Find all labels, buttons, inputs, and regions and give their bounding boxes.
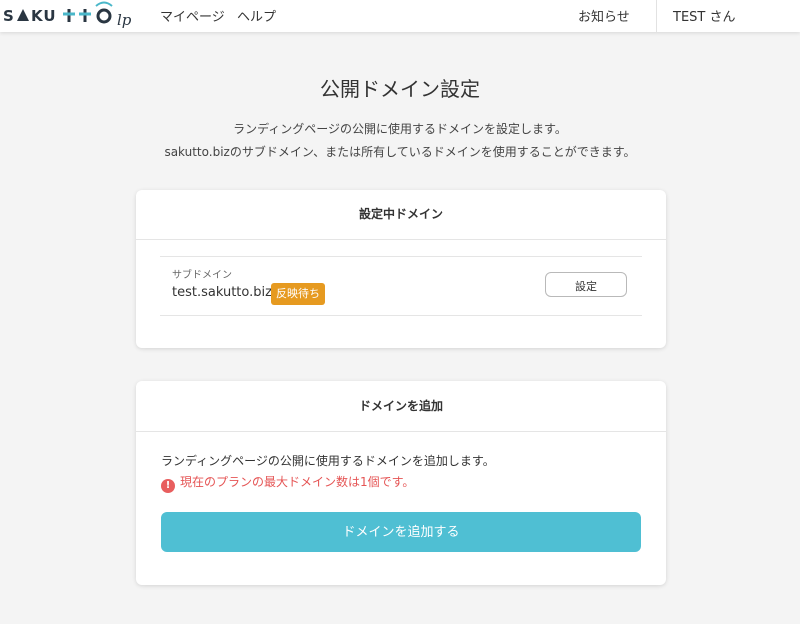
logo-o <box>96 8 112 24</box>
logo-text-ku: KU <box>31 7 57 25</box>
add-domain-card: ドメインを追加 ランディングページの公開に使用するドメインを追加します。 ! 現在… <box>136 381 666 585</box>
add-domain-button[interactable]: ドメインを追加する <box>161 512 641 552</box>
top-header: S KU lp マイページ ヘルプ お知らせ TEST さん <box>0 0 800 32</box>
domain-limit-warning: ! 現在のプランの最大ドメイン数は1個です。 <box>161 473 414 493</box>
logo-text-lp: lp <box>117 11 132 29</box>
current-domain-heading: 設定中ドメイン <box>136 190 666 240</box>
add-domain-heading: ドメインを追加 <box>136 381 666 432</box>
page-description-line-1: ランディングページの公開に使用するドメインを設定します。 <box>233 122 567 136</box>
nav-help[interactable]: ヘルプ <box>237 6 276 25</box>
domain-settings-button[interactable]: 設定 <box>545 272 627 297</box>
nav-notice[interactable]: お知らせ <box>578 6 630 25</box>
add-domain-description: ランディングページの公開に使用するドメインを追加します。 <box>161 454 495 468</box>
domain-row: サブドメイン test.sakutto.biz 反映待ち 設定 <box>160 256 642 316</box>
page-description-line-2: sakutto.bizのサブドメイン、または所有しているドメインを使用することが… <box>164 145 636 159</box>
sakutto-lp-logo[interactable]: S KU lp <box>3 0 143 32</box>
logo-triangle <box>17 9 29 21</box>
exclamation-circle-icon: ! <box>161 479 175 493</box>
status-badge: 反映待ち <box>271 283 325 305</box>
domain-limit-warning-text: 現在のプランの最大ドメイン数は1個です。 <box>180 475 415 489</box>
domain-value: test.sakutto.biz <box>172 285 272 300</box>
current-domain-card: 設定中ドメイン サブドメイン test.sakutto.biz 反映待ち 設定 <box>136 190 666 348</box>
header-divider <box>656 0 657 32</box>
logo-arc <box>95 1 113 7</box>
nav-user-menu[interactable]: TEST さん <box>673 6 735 25</box>
domain-type-label: サブドメイン <box>172 270 232 281</box>
page-title: 公開ドメイン設定 <box>320 77 480 101</box>
logo-text-sa: S <box>3 7 15 25</box>
nav-mypage[interactable]: マイページ <box>160 6 225 25</box>
